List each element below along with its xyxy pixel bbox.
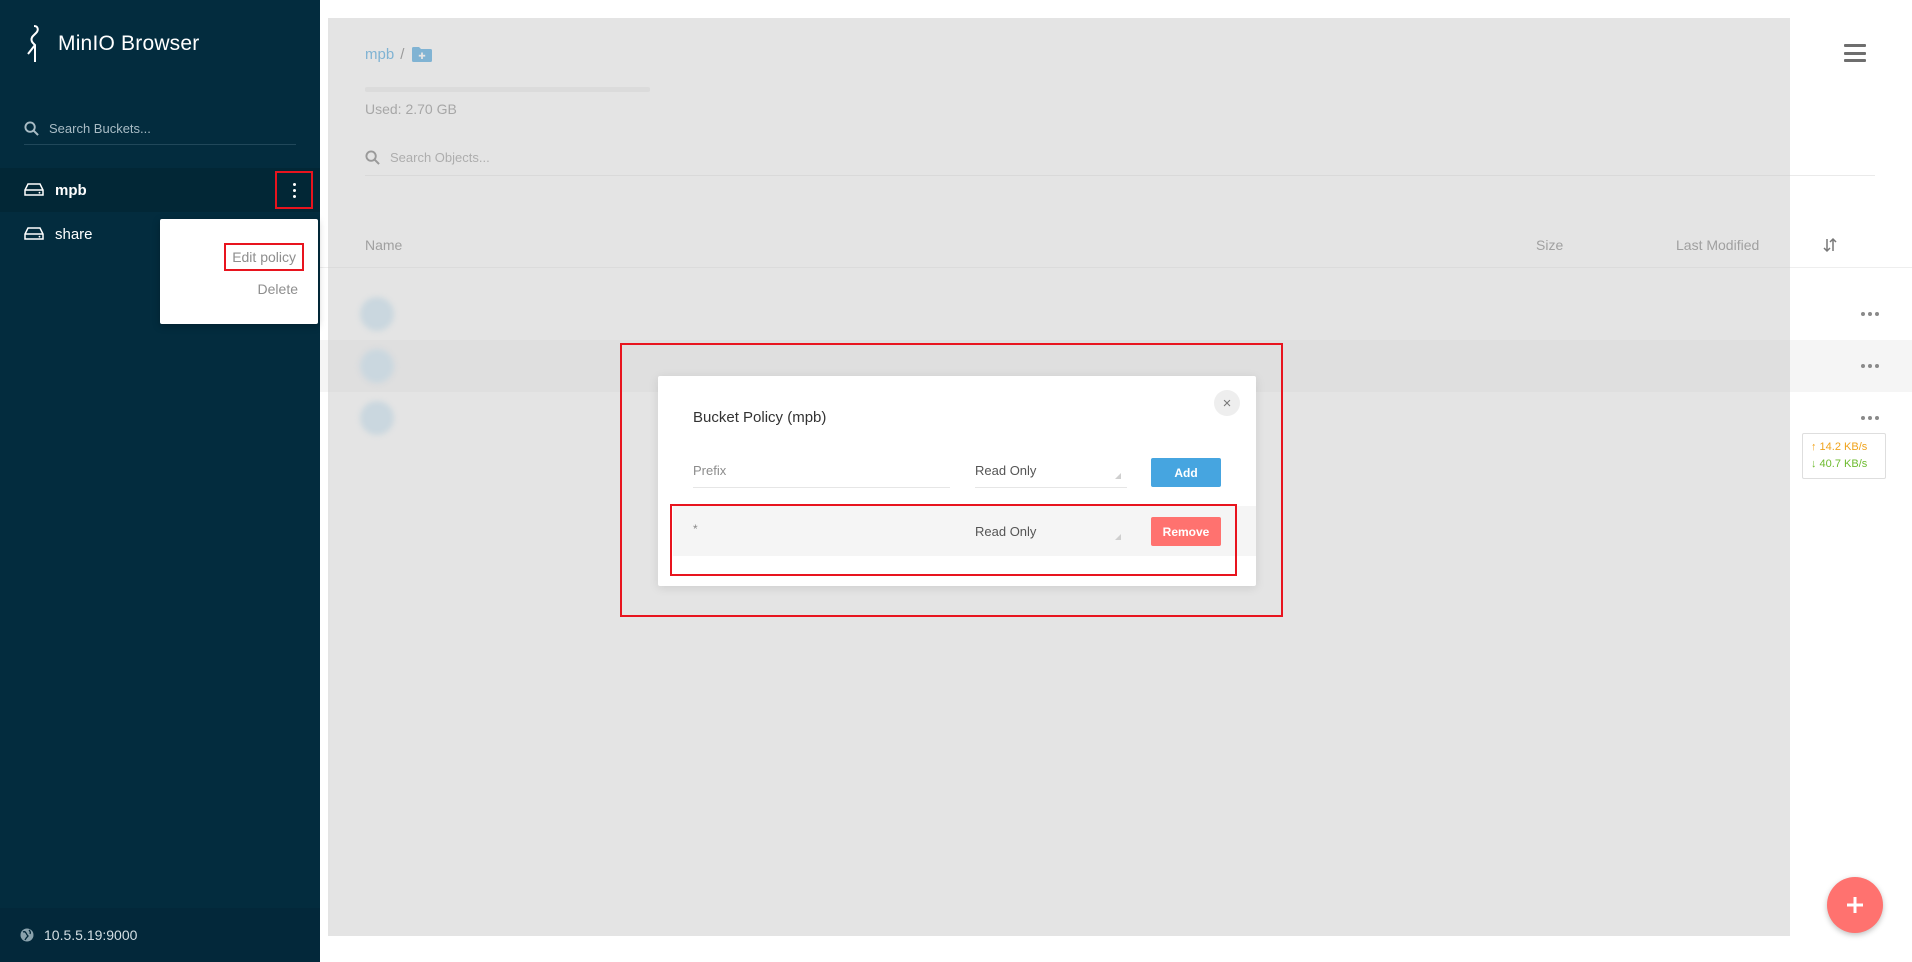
sort-icon[interactable] (1822, 237, 1838, 253)
select-caret-icon (1115, 473, 1121, 479)
drive-icon (24, 227, 44, 240)
delete-menu-item[interactable]: Delete (258, 281, 298, 297)
add-fab-button[interactable] (1827, 877, 1883, 933)
prefix-input[interactable] (693, 454, 950, 488)
transfer-speed: ↑ 14.2 KB/s ↓ 40.7 KB/s (1802, 433, 1886, 479)
bucket-name: mpb (55, 181, 87, 199)
sidebar: MinIO Browser mpb share (0, 0, 320, 962)
bucket-name: share (55, 225, 93, 243)
more-horizontal-icon[interactable] (1861, 364, 1879, 368)
policy-select[interactable]: Read Only (975, 454, 1127, 488)
bucket-search (24, 112, 296, 145)
close-icon: × (1222, 394, 1232, 412)
menu-icon[interactable] (1844, 44, 1866, 62)
globe-icon (20, 928, 34, 942)
modal-title: Bucket Policy (mpb) (693, 409, 827, 426)
minio-logo-icon (27, 25, 39, 62)
more-vertical-icon (292, 182, 296, 198)
edit-policy-menu-item[interactable]: Edit policy (224, 243, 304, 271)
upload-speed: ↑ 14.2 KB/s (1811, 441, 1868, 453)
bucket-item-mpb[interactable]: mpb (0, 168, 320, 212)
host-info: 10.5.5.19:9000 (0, 908, 320, 962)
download-speed: ↓ 40.7 KB/s (1811, 458, 1868, 470)
bucket-search-input[interactable] (49, 120, 279, 136)
bucket-menu-button[interactable] (275, 171, 313, 209)
search-icon (24, 120, 39, 136)
close-button[interactable]: × (1214, 390, 1240, 416)
more-horizontal-icon[interactable] (1861, 312, 1879, 316)
bucket-dropdown-menu: Edit policy Delete (160, 219, 318, 324)
highlight-box (670, 504, 1237, 576)
brand-title: MinIO Browser (58, 32, 200, 55)
more-horizontal-icon[interactable] (1861, 416, 1879, 420)
host-address: 10.5.5.19:9000 (44, 927, 138, 943)
policy-select-value: Read Only (975, 463, 1037, 478)
add-button[interactable]: Add (1151, 458, 1221, 487)
brand: MinIO Browser (24, 24, 199, 64)
plus-icon (1847, 897, 1863, 913)
drive-icon (24, 183, 44, 196)
